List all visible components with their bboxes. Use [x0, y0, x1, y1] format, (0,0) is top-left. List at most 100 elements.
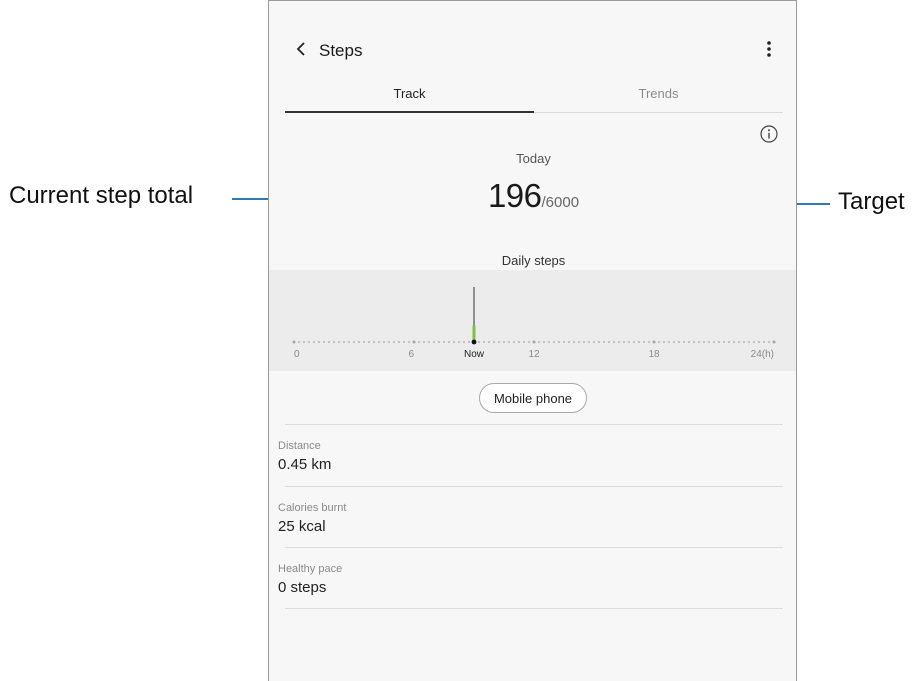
info-button[interactable] — [759, 124, 779, 144]
timeline-dot — [518, 341, 520, 343]
timeline-dot — [308, 341, 310, 343]
tab-trends[interactable]: Trends — [534, 81, 783, 112]
callout-target: Target — [838, 188, 905, 215]
x-tick-label: 6 — [408, 349, 414, 360]
timeline-dot — [578, 341, 580, 343]
timeline-dot — [673, 341, 675, 343]
callout-current-step-total: Current step total — [9, 182, 194, 209]
x-tick-label: 24(h) — [751, 349, 774, 360]
timeline-dot — [443, 341, 445, 343]
timeline-dot — [588, 341, 590, 343]
timeline-dot — [733, 341, 735, 343]
timeline-dot — [412, 340, 416, 344]
timeline-dot — [388, 341, 390, 343]
timeline-dot — [652, 340, 656, 344]
timeline-dot — [618, 341, 620, 343]
timeline-dot — [398, 341, 400, 343]
timeline-dot — [663, 341, 665, 343]
timeline-dot — [763, 341, 765, 343]
timeline-dot — [368, 341, 370, 343]
timeline-dot — [543, 341, 545, 343]
back-arrow-icon — [296, 42, 305, 56]
timeline-dot — [408, 341, 410, 343]
timeline-dot — [698, 341, 700, 343]
step-count-row: 196/6000 — [269, 177, 796, 215]
timeline-dot — [678, 341, 680, 343]
timeline-dot — [343, 341, 345, 343]
steps-screen: Steps Track Trends Today 196/6000 Daily … — [268, 0, 797, 681]
timeline-dot — [688, 341, 690, 343]
timeline-dot — [358, 341, 360, 343]
timeline-dot — [303, 341, 305, 343]
tab-bar: Track Trends — [285, 81, 783, 113]
timeline-dot — [558, 341, 560, 343]
timeline-dot — [318, 341, 320, 343]
timeline-dot — [643, 341, 645, 343]
current-step-count: 196 — [487, 177, 542, 214]
timeline-dot — [503, 341, 505, 343]
timeline-dot — [528, 341, 530, 343]
step-target: /6000 — [541, 194, 580, 211]
timeline-dot — [463, 341, 465, 343]
timeline-dot — [523, 341, 525, 343]
timeline-dot — [438, 341, 440, 343]
stat-label: Calories burnt — [278, 502, 347, 514]
tab-track[interactable]: Track — [285, 81, 534, 112]
stat-label: Healthy pace — [278, 563, 343, 575]
timeline-dot — [333, 341, 335, 343]
timeline-dot — [383, 341, 385, 343]
timeline-dot — [373, 341, 375, 343]
timeline-dot — [378, 341, 380, 343]
daily-steps-caption: Daily steps — [501, 253, 566, 268]
timeline-dot — [658, 341, 660, 343]
timeline-dot — [488, 341, 490, 343]
timeline-dot — [353, 341, 355, 343]
timeline-dot — [648, 341, 650, 343]
timeline-dot — [448, 341, 450, 343]
timeline-dot — [453, 341, 455, 343]
timeline-dot — [548, 341, 550, 343]
stat-label: Distance — [278, 440, 321, 452]
timeline-dot — [538, 341, 540, 343]
mobile-phone-button[interactable]: Mobile phone — [479, 383, 587, 413]
x-tick-label: 12 — [528, 349, 540, 360]
timeline-dot — [423, 341, 425, 343]
now-dot — [471, 339, 477, 345]
timeline-dot — [433, 341, 435, 343]
timeline-dot — [638, 341, 640, 343]
timeline-dot — [498, 341, 500, 343]
more-vertical-icon — [767, 41, 771, 57]
timeline-dot — [493, 341, 495, 343]
divider — [285, 547, 783, 548]
tab-indicator — [285, 111, 534, 113]
stat-value: 25 kcal — [278, 518, 326, 535]
timeline-dot — [748, 341, 750, 343]
timeline-dot — [458, 341, 460, 343]
timeline-dot — [468, 341, 470, 343]
divider — [285, 608, 783, 609]
timeline-dot — [483, 341, 485, 343]
timeline-dot — [403, 341, 405, 343]
timeline-dot — [693, 341, 695, 343]
back-button[interactable] — [287, 35, 315, 63]
timeline-dot — [478, 341, 480, 343]
timeline-dot — [363, 341, 365, 343]
timeline-dot — [563, 341, 565, 343]
timeline-dot — [668, 341, 670, 343]
step-bar — [472, 325, 476, 342]
x-tick-now: Now — [464, 349, 485, 360]
x-tick-label: 18 — [648, 349, 660, 360]
timeline-dot — [723, 341, 725, 343]
period-label: Today — [516, 151, 551, 166]
timeline-dot — [633, 341, 635, 343]
timeline-dot — [328, 341, 330, 343]
more-options-button[interactable] — [755, 35, 783, 63]
divider — [285, 424, 783, 425]
timeline-dot — [593, 341, 595, 343]
timeline-dot — [348, 341, 350, 343]
timeline-dot — [428, 341, 430, 343]
timeline-dot — [313, 341, 315, 343]
stat-value: 0.45 km — [278, 456, 332, 473]
timeline-dot — [623, 341, 625, 343]
timeline-dot — [718, 341, 720, 343]
